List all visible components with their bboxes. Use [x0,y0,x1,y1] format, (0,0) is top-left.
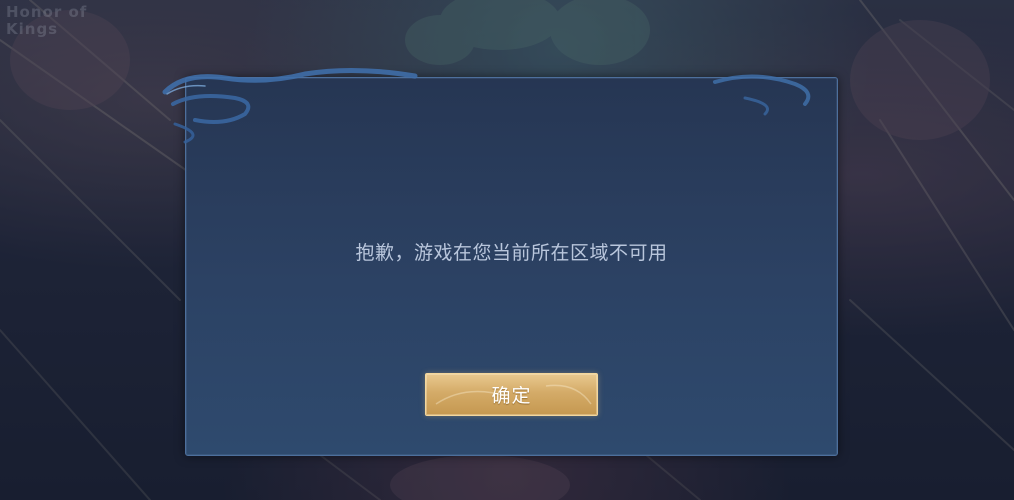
confirm-button[interactable]: 确定 [425,373,598,416]
button-decoration [435,384,592,405]
region-unavailable-dialog: 抱歉，游戏在您当前所在区域不可用 确定 [185,77,838,456]
dialog-message: 抱歉，游戏在您当前所在区域不可用 [355,242,668,264]
game-scene: Honor of Kings 抱歉，游戏在您当前所在区域不可用 确定 [0,0,1014,500]
